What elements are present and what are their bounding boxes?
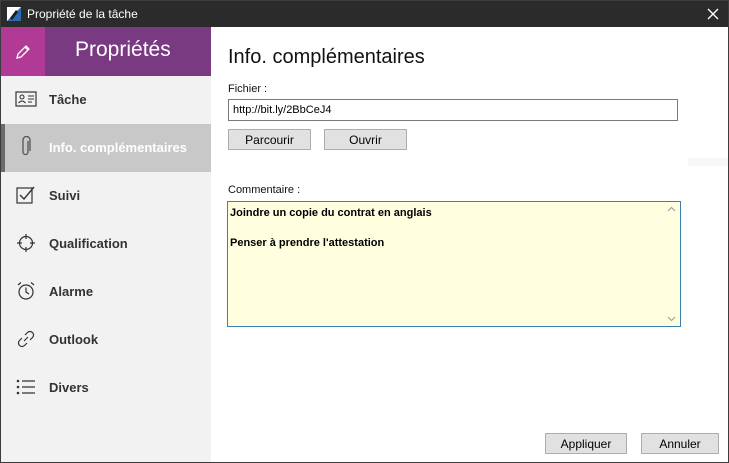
sidebar-item-tache[interactable]: Tâche xyxy=(1,76,211,124)
checkbox-icon xyxy=(15,184,37,206)
close-button[interactable] xyxy=(698,1,728,27)
sidebar: Propriétés Tâche Info. complémentaires S… xyxy=(1,27,211,462)
divider xyxy=(688,158,728,166)
sidebar-item-label: Qualification xyxy=(49,236,128,251)
sidebar-item-label: Divers xyxy=(49,380,89,395)
crosshair-icon xyxy=(15,232,37,254)
comment-scrollbar[interactable] xyxy=(663,202,680,326)
sidebar-item-label: Info. complémentaires xyxy=(49,140,187,155)
sidebar-header-title: Propriétés xyxy=(75,38,171,61)
sidebar-item-qualification[interactable]: Qualification xyxy=(1,220,211,268)
close-icon xyxy=(707,8,719,20)
sidebar-item-label: Suivi xyxy=(49,188,81,203)
title-bar[interactable]: Propriété de la tâche xyxy=(1,1,728,27)
commentaire-text[interactable]: Joindre un copie du contrat en anglais P… xyxy=(230,206,660,251)
alarm-clock-icon xyxy=(15,280,37,302)
sidebar-item-label: Outlook xyxy=(49,332,99,347)
properties-dialog: Propriété de la tâche Propriétés Tâche I… xyxy=(0,0,729,463)
paperclip-icon xyxy=(15,136,37,158)
scroll-up-icon[interactable] xyxy=(667,205,676,214)
window-title: Propriété de la tâche xyxy=(27,7,138,21)
list-icon xyxy=(15,376,37,398)
pencil-box xyxy=(1,27,45,76)
active-indicator xyxy=(1,124,5,172)
page-title: Info. complémentaires xyxy=(228,46,425,68)
link-icon xyxy=(15,328,37,350)
sidebar-item-suivi[interactable]: Suivi xyxy=(1,172,211,220)
main-panel: Info. complémentaires Fichier : Parcouri… xyxy=(211,27,728,462)
sidebar-item-label: Tâche xyxy=(49,92,87,107)
fichier-input[interactable] xyxy=(228,99,678,121)
commentaire-label: Commentaire : xyxy=(228,184,301,196)
sidebar-item-alarme[interactable]: Alarme xyxy=(1,268,211,316)
annuler-button[interactable]: Annuler xyxy=(641,433,719,454)
sidebar-item-info-complementaires[interactable]: Info. complémentaires xyxy=(1,124,211,172)
ouvrir-button[interactable]: Ouvrir xyxy=(324,129,407,150)
sidebar-item-outlook[interactable]: Outlook xyxy=(1,316,211,364)
scroll-down-icon[interactable] xyxy=(667,314,676,323)
appliquer-button[interactable]: Appliquer xyxy=(545,433,627,454)
parcourir-button[interactable]: Parcourir xyxy=(228,129,311,150)
sidebar-item-label: Alarme xyxy=(49,284,94,299)
pencil-icon xyxy=(16,44,30,59)
sidebar-item-divers[interactable]: Divers xyxy=(1,364,211,412)
id-card-icon xyxy=(15,88,37,110)
fichier-label: Fichier : xyxy=(228,83,268,95)
commentaire-textarea[interactable]: Joindre un copie du contrat en anglais P… xyxy=(227,201,681,327)
app-icon xyxy=(7,7,21,21)
sidebar-header: Propriétés xyxy=(1,27,211,76)
